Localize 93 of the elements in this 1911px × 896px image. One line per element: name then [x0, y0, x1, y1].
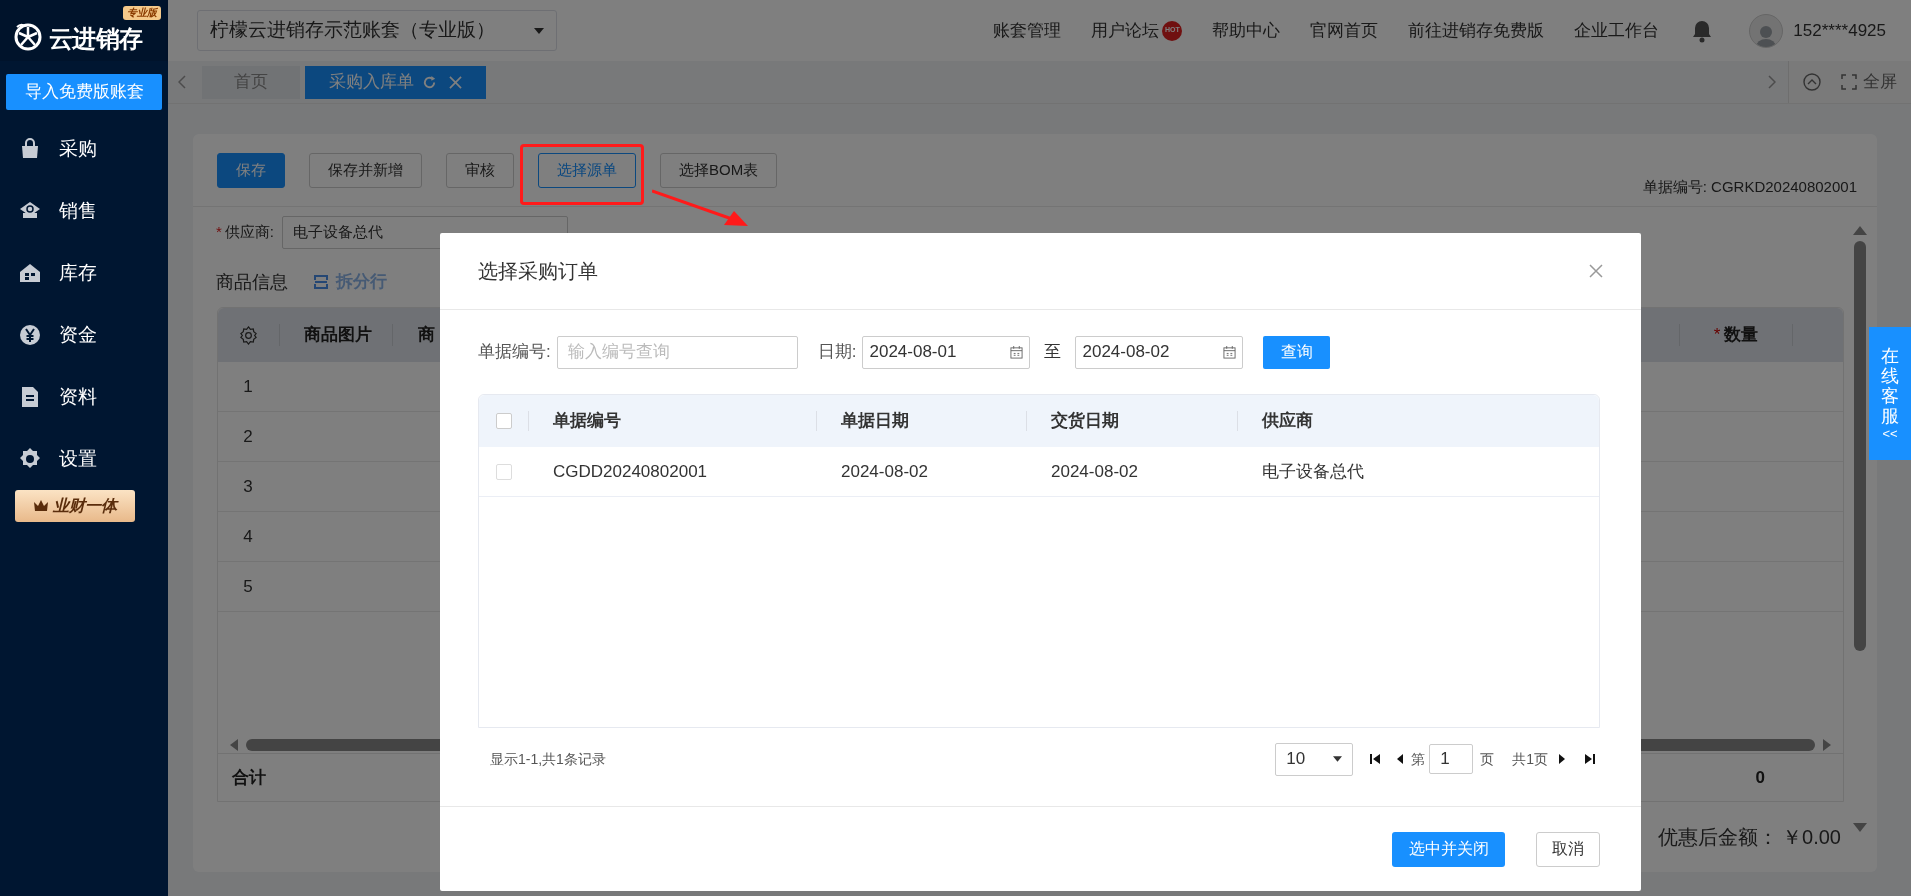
- scroll-left-icon[interactable]: [230, 739, 238, 751]
- row-number: 5: [242, 575, 254, 598]
- collapse-up-icon[interactable]: [1803, 73, 1821, 91]
- discount-value: ￥0.00: [1782, 825, 1841, 850]
- page-label: 第: [1411, 749, 1426, 769]
- refresh-icon[interactable]: [422, 74, 437, 90]
- header-link[interactable]: 企业工作台: [1574, 17, 1660, 44]
- table-cell-text: CGDD20240802001: [552, 460, 709, 483]
- chevron-right-icon[interactable]: [1768, 75, 1776, 89]
- account-select[interactable]: 柠檬云进销存示范账套（专业版）: [197, 10, 557, 51]
- sidebar-item[interactable]: 资料: [0, 366, 168, 428]
- page-label: 页: [1480, 749, 1495, 769]
- toolbar-button[interactable]: 审核: [446, 152, 514, 188]
- chevron-left-icon[interactable]: [178, 75, 186, 89]
- total-pages: 共1页: [1512, 749, 1548, 769]
- next-page-icon[interactable]: [1558, 753, 1566, 765]
- table-cell-text: 2024-08-02: [840, 460, 929, 483]
- calendar-icon[interactable]: [1223, 345, 1237, 359]
- yen-icon: [18, 323, 42, 347]
- split-icon: [312, 273, 330, 291]
- crown-icon: [33, 499, 49, 513]
- column-header: 商品图片: [279, 324, 392, 346]
- sidebar-item[interactable]: 销售: [0, 180, 168, 242]
- record-summary: 显示1-1,共1条记录: [490, 749, 607, 769]
- scroll-right-icon[interactable]: [1823, 739, 1831, 751]
- tab[interactable]: 采购入库单: [305, 65, 486, 99]
- first-page-icon[interactable]: [1369, 753, 1382, 765]
- toolbar-button[interactable]: 选择BOM表: [660, 152, 778, 188]
- toolbar-button[interactable]: 保存: [217, 152, 285, 188]
- caret-down-icon: [534, 27, 544, 34]
- previous-page-icon[interactable]: [1396, 753, 1405, 765]
- sidebar-item[interactable]: 采购: [0, 118, 168, 180]
- date-field[interactable]: 2024-08-01: [862, 335, 1031, 369]
- document-number: 单据编号: CGRKD20240802001: [1642, 176, 1857, 197]
- scroll-down-icon[interactable]: [1853, 823, 1867, 832]
- vertical-scrollbar[interactable]: [1854, 241, 1866, 651]
- column-header: 单据编号: [528, 411, 816, 431]
- header-link[interactable]: 账套管理: [993, 17, 1062, 44]
- toolbar-button[interactable]: 保存并新增: [309, 152, 422, 188]
- expand-icon: [1841, 74, 1857, 90]
- import-button[interactable]: 导入免费版账套: [6, 74, 162, 110]
- query-button[interactable]: 查询: [1263, 335, 1331, 369]
- table-cell-text: 电子设备总代: [1261, 460, 1365, 483]
- section-title: 商品信息: [216, 270, 288, 294]
- edition-badge: 专业版: [123, 6, 161, 20]
- row-number: 3: [242, 475, 254, 498]
- dialog-title: 选择采购订单: [478, 259, 598, 284]
- dialog-button[interactable]: 取消: [1536, 831, 1600, 867]
- column-header: * 数量: [1679, 324, 1793, 346]
- column-header: 供应商: [1237, 411, 1599, 431]
- promo-button[interactable]: 业财一体: [15, 490, 135, 522]
- last-page-icon[interactable]: [1584, 753, 1596, 765]
- required-mark: *: [1713, 324, 1721, 347]
- online-service-tab[interactable]: 在线客服 <<: [1869, 327, 1911, 460]
- page-size-select[interactable]: 10: [1275, 742, 1354, 776]
- row-number: 2: [242, 425, 254, 448]
- sidebar-item[interactable]: 库存: [0, 242, 168, 304]
- total-quantity: 0: [1755, 766, 1765, 789]
- discount-label: 优惠后金额：: [1658, 825, 1779, 850]
- bell-icon[interactable]: [1691, 18, 1714, 43]
- calendar-icon[interactable]: [1010, 345, 1024, 359]
- header-link[interactable]: 官网首页: [1310, 17, 1379, 44]
- number-search-field[interactable]: 输入编号查询: [556, 335, 798, 369]
- toolbar-button[interactable]: 选择源单: [538, 152, 636, 188]
- sidebar-item[interactable]: 设置: [0, 428, 168, 490]
- column-header: 交货日期: [1026, 411, 1237, 431]
- total-label: 合计: [232, 766, 267, 789]
- header-link[interactable]: 帮助中心: [1212, 17, 1281, 44]
- close-icon[interactable]: [1589, 264, 1603, 278]
- required-mark: *: [216, 221, 222, 242]
- header-link[interactable]: 前往进销存免费版: [1408, 17, 1545, 44]
- logo-text: 云进销存: [49, 27, 143, 51]
- date-field[interactable]: 2024-08-02: [1075, 335, 1244, 369]
- row-number: 4: [242, 525, 254, 548]
- logo-icon: [13, 21, 43, 51]
- sidebar-item[interactable]: 资金: [0, 304, 168, 366]
- fullscreen-button[interactable]: 全屏: [1841, 69, 1897, 95]
- page-number-field[interactable]: 1: [1429, 744, 1474, 774]
- house-icon: [18, 261, 42, 285]
- promo-label: 业财一体: [53, 496, 117, 516]
- user-name: 152****4925: [1793, 19, 1886, 42]
- checkbox[interactable]: [495, 413, 512, 429]
- checkbox[interactable]: [495, 463, 512, 480]
- scroll-up-icon[interactable]: [1853, 226, 1867, 235]
- caret-down-icon: [1333, 756, 1343, 762]
- settings-icon[interactable]: [239, 325, 258, 345]
- supplier-label: * 供应商:: [216, 220, 274, 244]
- settings-icon: [18, 447, 42, 471]
- column-header: 单据日期: [816, 411, 1026, 431]
- table-cell-text: 2024-08-02: [1050, 460, 1139, 483]
- avatar[interactable]: [1749, 13, 1784, 48]
- dialog-button[interactable]: 选中并关闭: [1392, 831, 1505, 867]
- row-number: 1: [242, 375, 254, 398]
